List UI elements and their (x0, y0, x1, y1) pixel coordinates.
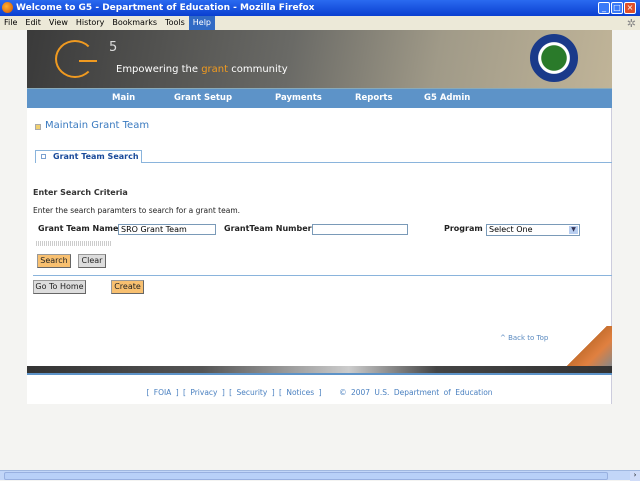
nav-reports[interactable]: Reports (355, 93, 393, 103)
go-to-home-button[interactable]: Go To Home (33, 280, 86, 294)
window-title: Welcome to G5 - Department of Education … (16, 3, 315, 13)
footer-link-foia[interactable]: FOIA (154, 388, 172, 397)
tagline-highlight: grant (201, 64, 229, 75)
maximize-button[interactable]: □ (611, 2, 623, 14)
copyright: © 2007 U.S. Department of Education (339, 388, 493, 397)
menu-bar: File Edit View History Bookmarks Tools Help (0, 16, 640, 30)
menu-edit[interactable]: Edit (21, 16, 45, 30)
grant-team-name-label: Grant Team Name (38, 224, 119, 233)
page: 5 Empowering the grant community Main Gr… (27, 30, 612, 404)
tab-grant-team-search[interactable]: Grant Team Search (35, 150, 142, 163)
scrollbar-thumb[interactable] (4, 472, 608, 480)
grant-team-name-input[interactable] (118, 224, 216, 235)
gear-icon: ✲ (626, 17, 636, 30)
menu-help[interactable]: Help (188, 16, 216, 30)
criteria-description: Enter the search paramters to search for… (33, 206, 241, 215)
program-office-select[interactable]: Select One ▼ (486, 224, 580, 236)
create-button[interactable]: Create (111, 280, 144, 294)
tab-icon (41, 154, 46, 159)
grant-team-number-label: GrantTeam Number (224, 224, 312, 233)
footer-link-privacy[interactable]: Privacy (190, 388, 217, 397)
program-office-value: Select One (489, 225, 533, 234)
clear-button[interactable]: Clear (78, 254, 106, 268)
grant-team-number-input[interactable] (312, 224, 408, 235)
page-title-icon (35, 124, 41, 130)
nav-grant-setup[interactable]: Grant Setup (174, 93, 232, 103)
g5-superscript: 5 (109, 40, 118, 55)
department-seal-icon (530, 34, 578, 82)
horizontal-scrollbar[interactable]: › (0, 470, 640, 481)
menu-tools[interactable]: Tools (161, 16, 189, 30)
tagline-text: Empowering the (116, 64, 202, 75)
divider (33, 275, 612, 276)
tagline-text-end: community (228, 64, 288, 75)
nav-main[interactable]: Main (112, 93, 135, 103)
footer-strip (27, 366, 612, 373)
menu-history[interactable]: History (72, 16, 108, 30)
footer-link-notices[interactable]: Notices (286, 388, 314, 397)
chevron-down-icon: ▼ (569, 226, 578, 234)
footer: [ FOIA ] [ Privacy ] [ Security ] [ Noti… (146, 388, 493, 397)
corner-image (562, 326, 612, 366)
back-to-top-link[interactable]: ^ Back to Top (500, 334, 548, 342)
banner: 5 Empowering the grant community (27, 30, 612, 88)
tagline: Empowering the grant community (116, 64, 288, 75)
page-title: Maintain Grant Team (45, 120, 150, 131)
footer-blue-line (27, 373, 612, 375)
minimize-button[interactable]: _ (598, 2, 610, 14)
close-button[interactable]: × (624, 2, 636, 14)
nav-g5-admin[interactable]: G5 Admin (424, 93, 470, 103)
dotted-spacer (36, 241, 111, 246)
criteria-heading: Enter Search Criteria (33, 188, 128, 197)
menu-bookmarks[interactable]: Bookmarks (108, 16, 161, 30)
menu-file[interactable]: File (0, 16, 21, 30)
tab-divider (142, 162, 612, 163)
main-nav: Main Grant Setup Payments Reports G5 Adm… (27, 88, 612, 108)
window-title-bar: Welcome to G5 - Department of Education … (0, 0, 640, 16)
g5-logo (55, 40, 95, 78)
g5-logo-bar (79, 60, 97, 62)
nav-payments[interactable]: Payments (275, 93, 322, 103)
menu-view[interactable]: View (45, 16, 72, 30)
footer-link-security[interactable]: Security (237, 388, 268, 397)
search-button[interactable]: Search (37, 254, 71, 268)
firefox-icon (2, 2, 13, 13)
tab-label: Grant Team Search (53, 152, 139, 161)
